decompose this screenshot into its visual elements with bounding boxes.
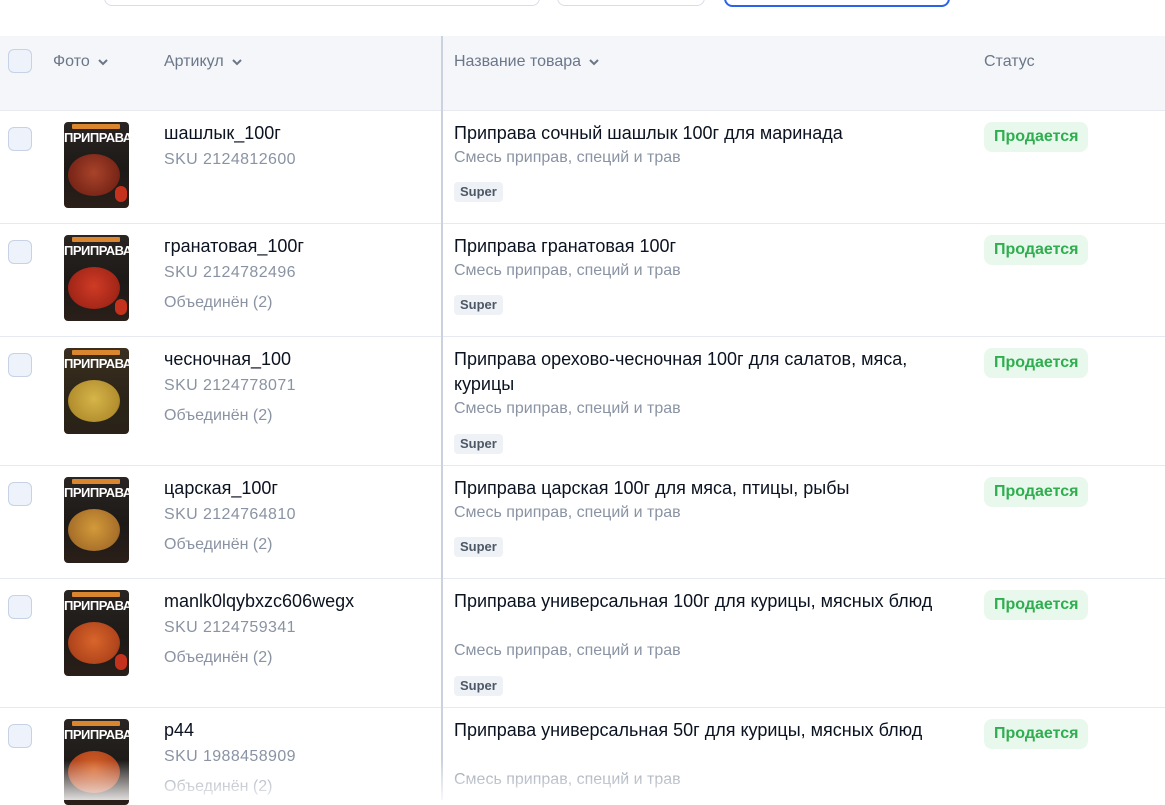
merged-link[interactable]: Объединён (2) <box>164 407 272 425</box>
row-checkbox[interactable] <box>8 482 32 506</box>
thumb-brand: ПРИПРАВА <box>64 243 129 258</box>
thumb-bowl <box>68 509 120 551</box>
thumb-pepper <box>115 654 127 670</box>
column-header-status-label: Статус <box>984 53 1035 70</box>
thumb-brand: ПРИПРАВА <box>64 130 129 145</box>
thumb-bowl <box>68 267 120 309</box>
merged-link[interactable]: Объединён (2) <box>164 536 272 554</box>
status-badge: Продается <box>984 235 1089 265</box>
product-photo[interactable]: ПРИПРАВА <box>64 348 129 434</box>
chevron-down-icon <box>589 59 599 66</box>
row-checkbox[interactable] <box>8 240 32 264</box>
product-title[interactable]: Приправа сочный шашлык 100г для маринада <box>454 121 964 146</box>
tag-badge: Super <box>454 434 503 454</box>
thumb-brand: ПРИПРАВА <box>64 485 129 500</box>
status-badge: Продается <box>984 122 1089 152</box>
thumb-pepper <box>115 186 127 202</box>
status-badge: Продается <box>984 477 1089 507</box>
sku-value: SKU 2124759341 <box>164 619 296 636</box>
product-photo[interactable]: ПРИПРАВА <box>64 122 129 208</box>
column-header-photo[interactable]: Фото <box>53 53 108 71</box>
product-photo[interactable]: ПРИПРАВА <box>64 477 129 563</box>
thumb-band <box>72 124 120 129</box>
thumb-band <box>72 350 120 355</box>
table-row[interactable]: ПРИПРАВА шашлык_100г SKU 2124812600 Прип… <box>0 111 1165 224</box>
sku-value: SKU 2124778071 <box>164 377 296 394</box>
thumb-brand: ПРИПРАВА <box>64 727 129 742</box>
product-subtitle: Смесь приправ, специй и трав <box>454 504 681 521</box>
article-value[interactable]: manlk0lqybxzc606wegx <box>164 591 354 612</box>
sku-value: SKU 2124812600 <box>164 151 296 168</box>
filter-button[interactable] <box>557 0 705 6</box>
column-header-name-label: Название товара <box>454 53 582 70</box>
article-value[interactable]: p44 <box>164 720 194 741</box>
tag-badge: Super <box>454 537 503 557</box>
status-badge: Продается <box>984 719 1089 749</box>
thumb-bowl <box>68 380 120 422</box>
chevron-down-icon <box>231 59 242 66</box>
product-title[interactable]: Приправа орехово-чесночная 100г для сала… <box>454 347 964 397</box>
article-value[interactable]: шашлык_100г <box>164 123 281 144</box>
thumb-bowl <box>68 751 120 793</box>
tag-badge: Super <box>454 182 503 202</box>
product-title[interactable]: Приправа гранатовая 100г <box>454 234 964 259</box>
sku-value: SKU 2124782496 <box>164 264 296 281</box>
product-subtitle: Смесь приправ, специй и трав <box>454 149 681 166</box>
top-toolbar <box>0 0 1165 36</box>
active-filter-button[interactable] <box>724 0 950 7</box>
product-subtitle: Смесь приправ, специй и трав <box>454 262 681 279</box>
product-title[interactable]: Приправа царская 100г для мяса, птицы, р… <box>454 476 964 501</box>
row-checkbox[interactable] <box>8 595 32 619</box>
chevron-down-icon <box>98 59 108 66</box>
table-header: Фото Артикул Название товара Статус <box>0 36 1165 111</box>
table-row[interactable]: ПРИПРАВА чесночная_100 SKU 2124778071 Об… <box>0 337 1165 466</box>
column-header-status: Статус <box>984 53 1035 71</box>
article-value[interactable]: гранатовая_100г <box>164 236 304 257</box>
article-value[interactable]: чесночная_100 <box>164 349 291 370</box>
merged-link[interactable]: Объединён (2) <box>164 649 272 667</box>
row-checkbox[interactable] <box>8 724 32 748</box>
article-value[interactable]: царская_100г <box>164 478 278 499</box>
merged-link[interactable]: Объединён (2) <box>164 294 272 312</box>
tag-badge: Super <box>454 676 503 696</box>
status-badge: Продается <box>984 348 1089 378</box>
thumb-bowl <box>68 154 120 196</box>
thumb-band <box>72 479 120 484</box>
column-header-name[interactable]: Название товара <box>454 53 599 71</box>
thumb-brand: ПРИПРАВА <box>64 598 129 613</box>
thumb-band <box>72 592 120 597</box>
product-photo[interactable]: ПРИПРАВА <box>64 719 129 805</box>
table-row[interactable]: ПРИПРАВА гранатовая_100г SKU 2124782496 … <box>0 224 1165 337</box>
sku-value: SKU 1988458909 <box>164 748 296 765</box>
merged-link[interactable]: Объединён (2) <box>164 778 272 796</box>
row-checkbox[interactable] <box>8 353 32 377</box>
product-subtitle: Смесь приправ, специй и трав <box>454 771 681 788</box>
column-header-article-label: Артикул <box>164 53 224 70</box>
thumb-pepper <box>115 299 127 315</box>
thumb-brand: ПРИПРАВА <box>64 356 129 371</box>
tag-badge: Super <box>454 295 503 315</box>
column-resize-handle[interactable] <box>441 36 443 800</box>
search-input[interactable] <box>104 0 540 6</box>
table-row[interactable]: ПРИПРАВА царская_100г SKU 2124764810 Объ… <box>0 466 1165 579</box>
product-photo[interactable]: ПРИПРАВА <box>64 235 129 321</box>
table-row[interactable]: ПРИПРАВА p44 SKU 1988458909 Объединён (2… <box>0 708 1165 805</box>
row-checkbox[interactable] <box>8 127 32 151</box>
thumb-band <box>72 237 120 242</box>
thumb-band <box>72 721 120 726</box>
select-all-checkbox[interactable] <box>8 49 32 73</box>
product-title[interactable]: Приправа универсальная 100г для курицы, … <box>454 589 964 614</box>
column-header-article[interactable]: Артикул <box>164 53 242 71</box>
product-photo[interactable]: ПРИПРАВА <box>64 590 129 676</box>
thumb-bowl <box>68 622 120 664</box>
product-subtitle: Смесь приправ, специй и трав <box>454 642 681 659</box>
table-row[interactable]: ПРИПРАВА manlk0lqybxzc606wegx SKU 212475… <box>0 579 1165 708</box>
status-badge: Продается <box>984 590 1089 620</box>
product-title[interactable]: Приправа универсальная 50г для курицы, м… <box>454 718 964 743</box>
product-subtitle: Смесь приправ, специй и трав <box>454 400 681 417</box>
column-header-photo-label: Фото <box>53 53 90 70</box>
sku-value: SKU 2124764810 <box>164 506 296 523</box>
